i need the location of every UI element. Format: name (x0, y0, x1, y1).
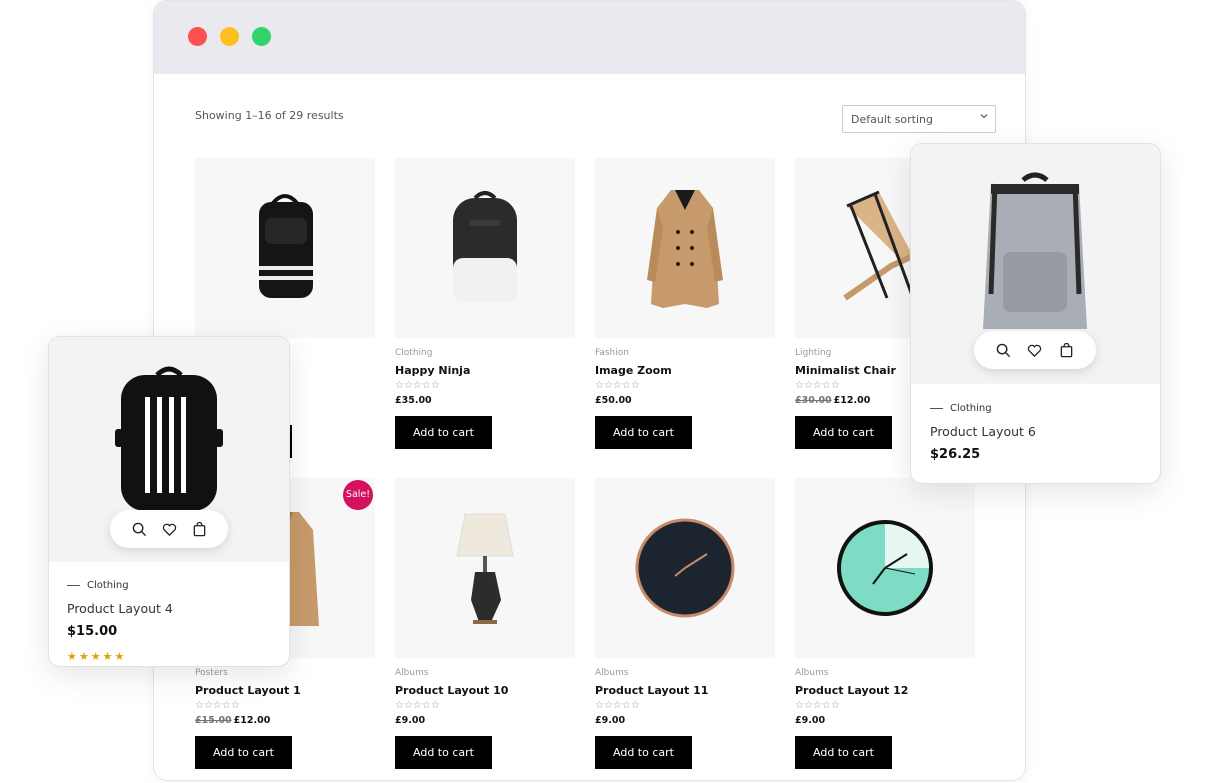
product-card[interactable]: Albums Product Layout 11 ☆☆☆☆☆ £9.00 Add… (595, 478, 775, 769)
heart-icon[interactable] (1026, 341, 1044, 359)
sorting-value: Default sorting (851, 113, 933, 126)
product-name[interactable]: Product Layout 4 (67, 601, 271, 616)
popup-details: Clothing Product Layout 4 $15.00 ★★★★★ (49, 562, 289, 663)
add-to-cart-button[interactable]: Add to cart (595, 416, 692, 449)
product-image[interactable] (595, 158, 775, 338)
product-price: £35.00 (395, 395, 432, 406)
product-category[interactable]: Albums (395, 668, 575, 679)
add-to-cart-button[interactable]: Add to cart (395, 736, 492, 769)
add-to-cart-button[interactable]: Add to cart (595, 736, 692, 769)
window-titlebar (154, 1, 1025, 74)
star-rating: ★★★★★ (67, 650, 127, 663)
product-card-backpack-stripes[interactable]: Add to cart (195, 158, 375, 458)
bag-icon[interactable] (190, 520, 208, 538)
sale-badge: Sale! (343, 480, 373, 510)
clock-image (837, 520, 933, 616)
product-image[interactable] (595, 478, 775, 658)
product-price: £9.00 (395, 715, 426, 726)
product-category[interactable]: Posters (195, 668, 375, 679)
heart-icon[interactable] (160, 520, 178, 538)
product-category[interactable]: Fashion (595, 348, 775, 359)
product-image[interactable] (49, 337, 289, 562)
product-price: £50.00 (595, 395, 632, 406)
close-window-button[interactable] (188, 27, 207, 46)
coat-image (647, 190, 723, 308)
product-name[interactable]: Product Layout 1 (195, 684, 375, 697)
product-card[interactable]: Clothing Happy Ninja ☆☆☆☆☆ £35.00 Add to… (395, 158, 575, 449)
search-icon[interactable] (130, 520, 148, 538)
product-price: $26.25 (930, 447, 981, 462)
product-rating: ☆☆☆☆☆ (795, 700, 840, 711)
result-count: Showing 1–16 of 29 results (195, 109, 344, 122)
product-category[interactable]: Clothing (67, 580, 271, 591)
minimize-window-button[interactable] (220, 27, 239, 46)
add-to-cart-button[interactable]: Add to cart (795, 416, 892, 449)
chevron-down-icon (980, 112, 988, 123)
product-image[interactable] (195, 158, 375, 338)
product-card[interactable]: Albums Product Layout 10 ☆☆☆☆☆ £9.00 Add… (395, 478, 575, 769)
backpack-image (259, 194, 313, 298)
product-category[interactable]: Albums (795, 668, 975, 679)
product-image[interactable] (395, 158, 575, 338)
product-price: £9.00 (795, 715, 826, 726)
product-popup-card-right[interactable]: Clothing Product Layout 6 $26.25 (910, 143, 1161, 484)
product-name[interactable]: Product Layout 10 (395, 684, 575, 697)
quick-actions-bar (974, 331, 1096, 369)
stage: Showing 1–16 of 29 results Default sorti… (0, 0, 1209, 783)
product-rating: ☆☆☆☆☆ (595, 700, 640, 711)
product-image[interactable] (395, 478, 575, 658)
product-rating: ☆☆☆☆☆ (195, 700, 240, 711)
sorting-select[interactable]: Default sorting (842, 105, 996, 133)
product-category[interactable]: Albums (595, 668, 775, 679)
product-card[interactable]: Albums Product Layout 12 ☆☆☆☆☆ £9.00 Add… (795, 478, 975, 769)
product-price: £15.00 £12.00 (195, 715, 271, 726)
product-card[interactable]: Fashion Image Zoom ☆☆☆☆☆ £50.00 Add to c… (595, 158, 775, 449)
search-icon[interactable] (995, 341, 1013, 359)
product-name[interactable]: Product Layout 12 (795, 684, 975, 697)
product-name[interactable]: Product Layout 11 (595, 684, 775, 697)
product-image[interactable] (795, 478, 975, 658)
product-image[interactable] (911, 144, 1160, 384)
product-name[interactable]: Product Layout 6 (930, 424, 1141, 439)
backpack-image (453, 191, 517, 302)
add-to-cart-button[interactable]: Add to cart (195, 736, 292, 769)
add-to-cart-button[interactable]: Add to cart (795, 736, 892, 769)
product-price: £9.00 (595, 715, 626, 726)
product-category[interactable]: Clothing (930, 403, 1141, 414)
popup-details: Clothing Product Layout 6 $26.25 (911, 384, 1160, 462)
quick-actions-bar (110, 510, 228, 548)
dash-divider (67, 585, 80, 586)
dash-divider (930, 408, 943, 409)
product-popup-card-left[interactable]: Clothing Product Layout 4 $15.00 ★★★★★ (48, 336, 290, 667)
clock-image (635, 518, 735, 618)
product-name[interactable]: Image Zoom (595, 364, 775, 377)
maximize-window-button[interactable] (252, 27, 271, 46)
lamp-image (456, 513, 514, 624)
product-rating: ☆☆☆☆☆ (395, 700, 440, 711)
bag-icon[interactable] (1057, 341, 1075, 359)
product-rating: ☆☆☆☆☆ (395, 380, 440, 391)
product-name[interactable]: Happy Ninja (395, 364, 575, 377)
product-category[interactable]: Clothing (395, 348, 575, 359)
add-to-cart-button[interactable]: Add to cart (395, 416, 492, 449)
product-price: $15.00 (67, 624, 118, 639)
product-rating: ☆☆☆☆☆ (595, 380, 640, 391)
